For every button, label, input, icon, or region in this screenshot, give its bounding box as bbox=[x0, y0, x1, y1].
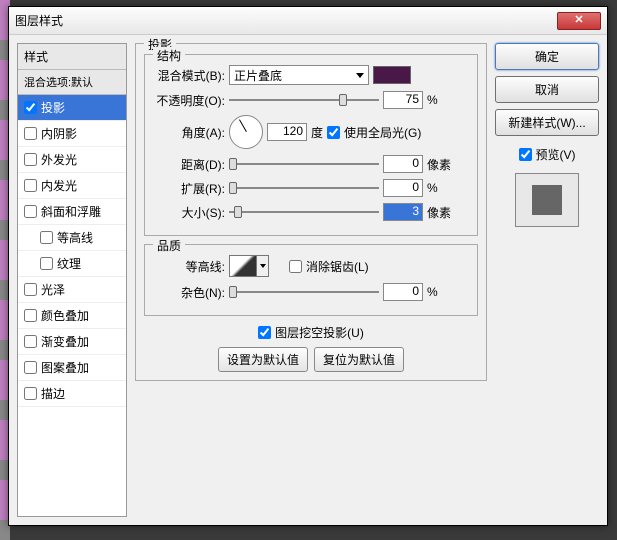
structure-title: 结构 bbox=[153, 47, 185, 64]
sidebar-item-4[interactable]: 斜面和浮雕 bbox=[18, 199, 126, 225]
global-light-label: 使用全局光(G) bbox=[344, 124, 421, 141]
style-checkbox[interactable] bbox=[24, 309, 37, 322]
noise-input[interactable]: 0 bbox=[383, 283, 423, 301]
style-checkbox[interactable] bbox=[24, 127, 37, 140]
size-slider[interactable] bbox=[229, 203, 379, 221]
structure-group: 结构 混合模式(B): 正片叠底 不透明度(O): 75 % bbox=[144, 54, 478, 236]
global-light-checkbox[interactable] bbox=[327, 126, 340, 139]
sidebar-item-0[interactable]: 投影 bbox=[18, 95, 126, 121]
quality-group: 品质 等高线: 消除锯齿(L) 杂色( bbox=[144, 244, 478, 316]
style-checkbox[interactable] bbox=[40, 231, 53, 244]
style-checkbox[interactable] bbox=[24, 205, 37, 218]
contour-picker[interactable] bbox=[229, 255, 257, 277]
sidebar-item-3[interactable]: 内发光 bbox=[18, 173, 126, 199]
opacity-label: 不透明度(O): bbox=[153, 92, 225, 109]
quality-title: 品质 bbox=[153, 237, 185, 254]
distance-unit: 像素 bbox=[427, 156, 455, 173]
sidebar-item-8[interactable]: 颜色叠加 bbox=[18, 303, 126, 329]
spread-label: 扩展(R): bbox=[153, 180, 225, 197]
angle-label: 角度(A): bbox=[153, 124, 225, 141]
angle-dial[interactable] bbox=[229, 115, 263, 149]
spread-unit: % bbox=[427, 181, 455, 195]
noise-unit: % bbox=[427, 285, 455, 299]
cancel-button[interactable]: 取消 bbox=[495, 76, 599, 103]
sidebar-item-label: 渐变叠加 bbox=[41, 333, 89, 350]
sidebar-item-label: 内发光 bbox=[41, 177, 77, 194]
noise-label: 杂色(N): bbox=[153, 284, 225, 301]
blend-mode-select[interactable]: 正片叠底 bbox=[229, 65, 369, 85]
sidebar-item-1[interactable]: 内阴影 bbox=[18, 121, 126, 147]
contour-dropdown[interactable] bbox=[257, 255, 269, 277]
style-checkbox[interactable] bbox=[24, 361, 37, 374]
angle-unit: 度 bbox=[311, 124, 323, 141]
window-title: 图层样式 bbox=[15, 12, 63, 29]
knockout-checkbox[interactable] bbox=[258, 326, 271, 339]
layer-style-dialog: 图层样式 ✕ 样式 混合选项:默认 投影内阴影外发光内发光斜面和浮雕等高线纹理光… bbox=[8, 6, 608, 526]
sidebar-item-label: 颜色叠加 bbox=[41, 307, 89, 324]
sidebar-item-label: 光泽 bbox=[41, 281, 65, 298]
size-input[interactable]: 3 bbox=[383, 203, 423, 221]
style-checkbox[interactable] bbox=[24, 153, 37, 166]
sidebar-item-7[interactable]: 光泽 bbox=[18, 277, 126, 303]
angle-input[interactable]: 120 bbox=[267, 123, 307, 141]
antialiased-checkbox[interactable] bbox=[289, 260, 302, 273]
chevron-down-icon bbox=[356, 73, 364, 78]
preview-label: 预览(V) bbox=[536, 146, 576, 163]
sidebar-header: 样式 bbox=[18, 44, 126, 70]
sidebar-item-label: 描边 bbox=[41, 385, 65, 402]
sidebar-item-label: 投影 bbox=[41, 99, 65, 116]
opacity-input[interactable]: 75 bbox=[383, 91, 423, 109]
blend-mode-label: 混合模式(B): bbox=[153, 67, 225, 84]
sidebar-item-label: 等高线 bbox=[57, 229, 93, 246]
size-label: 大小(S): bbox=[153, 204, 225, 221]
antialiased-label: 消除锯齿(L) bbox=[306, 258, 369, 275]
sidebar-item-5[interactable]: 等高线 bbox=[18, 225, 126, 251]
spread-slider[interactable] bbox=[229, 179, 379, 197]
styles-sidebar: 样式 混合选项:默认 投影内阴影外发光内发光斜面和浮雕等高线纹理光泽颜色叠加渐变… bbox=[17, 43, 127, 517]
style-checkbox[interactable] bbox=[24, 283, 37, 296]
style-checkbox[interactable] bbox=[40, 257, 53, 270]
spread-input[interactable]: 0 bbox=[383, 179, 423, 197]
size-unit: 像素 bbox=[427, 204, 455, 221]
knockout-label: 图层挖空投影(U) bbox=[275, 324, 364, 341]
preview-checkbox[interactable] bbox=[519, 148, 532, 161]
titlebar: 图层样式 ✕ bbox=[9, 7, 607, 35]
distance-label: 距离(D): bbox=[153, 156, 225, 173]
sidebar-item-label: 图案叠加 bbox=[41, 359, 89, 376]
preview-swatch bbox=[532, 185, 562, 215]
sidebar-item-6[interactable]: 纹理 bbox=[18, 251, 126, 277]
sidebar-item-10[interactable]: 图案叠加 bbox=[18, 355, 126, 381]
style-checkbox[interactable] bbox=[24, 335, 37, 348]
distance-input[interactable]: 0 bbox=[383, 155, 423, 173]
new-style-button[interactable]: 新建样式(W)... bbox=[495, 109, 599, 136]
style-checkbox[interactable] bbox=[24, 179, 37, 192]
shadow-color-swatch[interactable] bbox=[373, 66, 411, 84]
style-checkbox[interactable] bbox=[24, 101, 37, 114]
reset-default-button[interactable]: 复位为默认值 bbox=[314, 347, 404, 372]
sidebar-item-2[interactable]: 外发光 bbox=[18, 147, 126, 173]
opacity-slider[interactable] bbox=[229, 91, 379, 109]
distance-slider[interactable] bbox=[229, 155, 379, 173]
sidebar-item-label: 外发光 bbox=[41, 151, 77, 168]
preview-box bbox=[515, 173, 579, 227]
sidebar-blend-default[interactable]: 混合选项:默认 bbox=[18, 70, 126, 95]
sidebar-item-9[interactable]: 渐变叠加 bbox=[18, 329, 126, 355]
sidebar-item-11[interactable]: 描边 bbox=[18, 381, 126, 407]
contour-label: 等高线: bbox=[153, 258, 225, 275]
noise-slider[interactable] bbox=[229, 283, 379, 301]
sidebar-item-label: 斜面和浮雕 bbox=[41, 203, 101, 220]
sidebar-item-label: 内阴影 bbox=[41, 125, 77, 142]
opacity-unit: % bbox=[427, 93, 455, 107]
sidebar-item-label: 纹理 bbox=[57, 255, 81, 272]
close-button[interactable]: ✕ bbox=[557, 12, 601, 30]
make-default-button[interactable]: 设置为默认值 bbox=[218, 347, 308, 372]
main-group: 投影 结构 混合模式(B): 正片叠底 不透明度(O): bbox=[135, 43, 487, 381]
ok-button[interactable]: 确定 bbox=[495, 43, 599, 70]
style-checkbox[interactable] bbox=[24, 387, 37, 400]
